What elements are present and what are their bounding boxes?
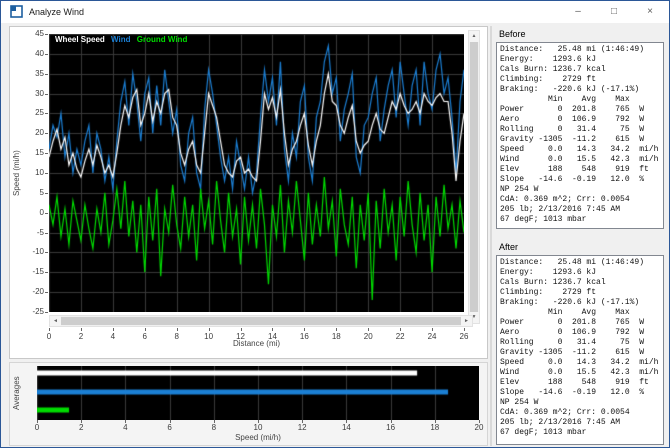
scroll-left-icon[interactable]: ◄	[50, 316, 61, 326]
x-tick-label: 10	[253, 423, 263, 432]
stats-panel: Before Distance: 25.48 mi (1:46:49) Ener…	[493, 26, 669, 447]
x-tick-mark	[272, 328, 274, 331]
legend-wind: Wind	[111, 35, 131, 44]
averages-plot-canvas[interactable]	[37, 366, 479, 420]
window-title: Analyze Wind	[29, 7, 85, 17]
x-tick-label: 16	[386, 423, 396, 432]
after-stats-text: Distance: 25.48 mi (1:46:49) Energy: 129…	[500, 258, 659, 437]
x-tick-label: 14	[341, 423, 351, 432]
averages-x-axis-label: Speed (mi/h)	[235, 433, 281, 442]
before-group-label: Before	[499, 29, 526, 39]
y-tick-label: 15	[35, 148, 44, 158]
after-group-label: After	[499, 242, 519, 252]
x-tick-mark	[80, 328, 82, 331]
y-tick-mark	[45, 133, 48, 135]
after-stats-box[interactable]: Distance: 25.48 mi (1:46:49) Energy: 129…	[496, 255, 664, 445]
close-button[interactable]: ×	[632, 1, 668, 23]
y-tick-mark	[45, 252, 48, 254]
legend-wheel-speed: Wheel Speed	[55, 35, 105, 44]
y-tick-label: 35	[35, 68, 44, 78]
x-tick-label: 4	[123, 423, 128, 432]
x-tick-label: 2	[78, 423, 84, 432]
title-bar[interactable]: Analyze Wind – □ ×	[1, 1, 669, 23]
vertical-scrollbar[interactable]: ▲ ▼	[468, 30, 480, 324]
y-tick-mark	[45, 113, 48, 115]
horizontal-scrollbar-thumb[interactable]	[61, 317, 461, 325]
app-icon[interactable]	[10, 5, 23, 18]
y-tick-mark	[45, 292, 48, 294]
x-tick-mark	[432, 328, 434, 331]
y-tick-mark	[45, 73, 48, 75]
x-tick-mark	[112, 328, 114, 331]
horizontal-scrollbar[interactable]: ◄ ►	[49, 315, 473, 327]
averages-plot-area	[37, 366, 479, 420]
y-tick-label: 40	[35, 48, 44, 58]
x-tick-label: 6	[167, 423, 172, 432]
y-tick-label: -25	[32, 307, 44, 316]
main-plot-canvas[interactable]	[49, 34, 464, 312]
y-tick-mark	[45, 93, 48, 95]
y-tick-label: -10	[32, 247, 44, 257]
y-tick-label: 20	[35, 128, 44, 138]
y-tick-label: 25	[35, 108, 44, 118]
y-tick-label: -5	[36, 227, 44, 237]
main-plot-area: Wheel Speed Wind Ground Wind	[49, 34, 464, 312]
y-tick-mark	[45, 173, 48, 174]
x-tick-label: 18	[430, 423, 440, 432]
maximize-button[interactable]: □	[596, 1, 632, 23]
x-tick-mark	[464, 328, 465, 331]
x-tick-mark	[368, 328, 370, 331]
y-tick-label: 0	[39, 207, 44, 217]
y-tick-label: -20	[32, 287, 44, 297]
minimize-button[interactable]: –	[560, 1, 596, 23]
x-tick-mark	[176, 328, 178, 331]
y-tick-mark	[45, 272, 48, 274]
main-chart-panel: Speed (mi/h) Wheel Speed Wind Ground Win…	[9, 26, 488, 359]
y-tick-mark	[45, 312, 48, 313]
x-tick-mark	[304, 328, 306, 331]
y-tick-label: 5	[39, 187, 44, 197]
averages-y-axis-label: Averages	[12, 376, 21, 410]
y-tick-mark	[45, 153, 48, 155]
x-tick-mark	[400, 328, 402, 331]
scroll-right-icon[interactable]: ►	[461, 316, 472, 326]
y-tick-label: 45	[35, 29, 44, 38]
x-tick-mark	[240, 328, 242, 331]
y-tick-mark	[45, 232, 48, 234]
x-tick-mark	[208, 328, 210, 331]
y-tick-label: 30	[35, 88, 44, 98]
x-tick-label: 0	[34, 423, 40, 432]
panel-splitter[interactable]	[490, 26, 492, 446]
x-tick-mark	[336, 328, 338, 331]
y-tick-label: 10	[35, 168, 44, 177]
app-window: Analyze Wind – □ × Speed (mi/h) Wheel Sp…	[0, 0, 670, 448]
y-tick-label: -15	[32, 267, 44, 277]
y-tick-mark	[45, 34, 48, 35]
y-tick-mark	[45, 192, 48, 194]
y-tick-mark	[45, 212, 48, 214]
scroll-up-icon[interactable]: ▲	[469, 31, 479, 42]
x-tick-mark	[49, 328, 50, 331]
before-stats-box[interactable]: Distance: 25.48 mi (1:46:49) Energy: 129…	[496, 42, 664, 229]
before-stats-text: Distance: 25.48 mi (1:46:49) Energy: 129…	[500, 45, 659, 224]
vertical-scrollbar-thumb[interactable]	[470, 42, 478, 312]
legend-ground-wind: Ground Wind	[136, 35, 188, 44]
chart-legend: Wheel Speed Wind Ground Wind	[55, 35, 191, 44]
x-tick-mark	[144, 328, 146, 331]
y-tick-mark	[45, 53, 48, 55]
x-tick-label: 12	[297, 423, 307, 432]
main-chart-x-axis-label: Distance (mi)	[232, 339, 281, 348]
x-tick-label: 8	[211, 423, 217, 432]
x-tick-label: 20	[474, 423, 484, 432]
averages-chart-panel: Averages 0 2 4 6 8 10 12 14 16 18 20 Speed (mi/h)	[9, 362, 488, 446]
